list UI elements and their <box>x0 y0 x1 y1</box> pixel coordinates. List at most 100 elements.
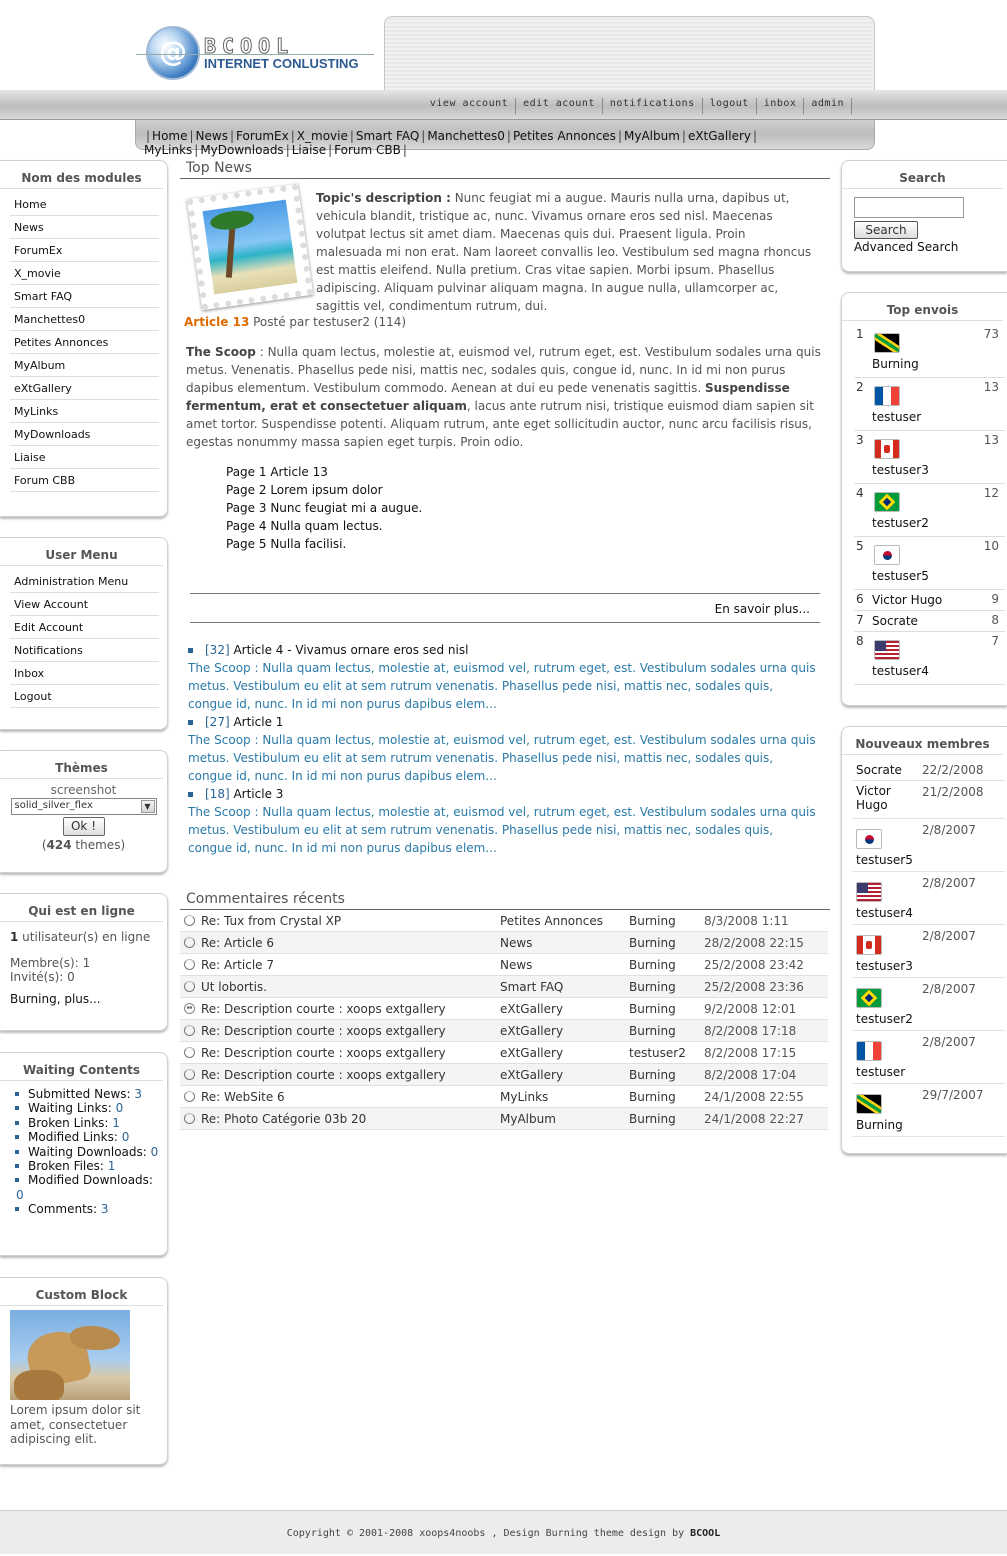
comment-title-link[interactable]: Re: Description courte : xoops extgaller… <box>201 1068 446 1082</box>
new-member-row[interactable]: testuser 2/8/2007 <box>852 1031 1005 1084</box>
article-page-link[interactable]: Page 3 Nunc feugiat mi a augue. <box>226 499 830 517</box>
comment-title-link[interactable]: Re: Article 7 <box>201 958 274 972</box>
waiting-item[interactable]: Modified Downloads: 0 <box>15 1173 161 1202</box>
inbox-link[interactable]: inbox <box>757 98 805 114</box>
top-poster-row[interactable]: 6 Victor Hugo 9 <box>854 590 1005 611</box>
module-link-mydownloads[interactable]: MyDownloads <box>10 423 159 446</box>
main-nav-forum-cbb[interactable]: Forum CBB <box>334 143 401 157</box>
waiting-item[interactable]: Submitted News: 3 <box>15 1087 161 1101</box>
main-nav-news[interactable]: News <box>196 129 228 143</box>
comment-title-link[interactable]: Re: Tux from Crystal XP <box>201 914 341 928</box>
waiting-item[interactable]: Modified Links: 0 <box>15 1130 161 1144</box>
top-poster-row[interactable]: 8 testuser4 7 <box>854 632 1005 685</box>
module-link-extgallery[interactable]: eXtGallery <box>10 377 159 400</box>
module-link-forumex[interactable]: ForumEx <box>10 239 159 262</box>
comment-user-link[interactable]: Burning <box>627 975 702 998</box>
new-member-row[interactable]: testuser5 2/8/2007 <box>852 819 1005 872</box>
comment-module-link[interactable]: eXtGallery <box>498 1019 627 1042</box>
module-link-manchettes[interactable]: Manchettes0 <box>10 308 159 331</box>
top-poster-row[interactable]: 1 Burning 73 <box>854 325 1005 378</box>
article-page-link[interactable]: Page 1 Article 13 <box>226 463 830 481</box>
comment-module-link[interactable]: Petites Annonces <box>498 910 627 932</box>
new-member-row[interactable]: testuser2 2/8/2007 <box>852 978 1005 1031</box>
user-menu-admin[interactable]: Administration Menu <box>10 570 159 593</box>
main-nav-smart-faq[interactable]: Smart FAQ <box>356 129 419 143</box>
search-input[interactable] <box>854 197 964 218</box>
article-page-link[interactable]: Page 4 Nulla quam lectus. <box>226 517 830 535</box>
comment-module-link[interactable]: News <box>498 931 627 954</box>
top-poster-row[interactable]: 3 testuser3 13 <box>854 431 1005 484</box>
waiting-item[interactable]: Broken Files: 1 <box>15 1159 161 1173</box>
comment-module-link[interactable]: MyLinks <box>498 1085 627 1108</box>
comment-module-link[interactable]: eXtGallery <box>498 997 627 1020</box>
view-account-link[interactable]: view account <box>423 98 517 114</box>
logout-link[interactable]: logout <box>703 98 757 114</box>
comment-user-link[interactable]: Burning <box>627 1107 702 1130</box>
main-nav-mylinks[interactable]: MyLinks <box>144 143 192 157</box>
top-poster-row[interactable]: 5 testuser5 10 <box>854 537 1005 590</box>
comment-user-link[interactable]: Burning <box>627 1019 702 1042</box>
module-link-news[interactable]: News <box>10 216 159 239</box>
module-link-forum-cbb[interactable]: Forum CBB <box>10 469 159 492</box>
footer-brand-link[interactable]: BCOOL <box>690 1528 720 1539</box>
new-member-row[interactable]: Victor Hugo 21/2/2008 <box>852 781 1005 819</box>
user-menu-logout[interactable]: Logout <box>10 685 159 708</box>
main-nav-x-movie[interactable]: X_movie <box>297 129 348 143</box>
comment-title-link[interactable]: Re: Photo Catégorie 03b 20 <box>201 1112 366 1126</box>
new-member-row[interactable]: testuser4 2/8/2007 <box>852 872 1005 925</box>
theme-ok-button[interactable]: Ok ! <box>62 817 105 836</box>
comment-module-link[interactable]: eXtGallery <box>498 1041 627 1064</box>
comment-title-link[interactable]: Ut lobortis. <box>201 980 267 994</box>
main-nav-forumex[interactable]: ForumEx <box>236 129 289 143</box>
main-nav-extgallery[interactable]: eXtGallery <box>688 129 751 143</box>
comment-title-link[interactable]: Re: Description courte : xoops extgaller… <box>201 1002 446 1016</box>
new-member-row[interactable]: testuser3 2/8/2007 <box>852 925 1005 978</box>
news-list-heading[interactable]: [18] Article 3 <box>188 785 820 803</box>
article-page-link[interactable]: Page 5 Nulla facilisi. <box>226 535 830 553</box>
user-menu-inbox[interactable]: Inbox <box>10 662 159 685</box>
waiting-item[interactable]: Comments: 3 <box>15 1202 161 1216</box>
comment-user-link[interactable]: Burning <box>627 910 702 932</box>
comment-title-link[interactable]: Re: WebSite 6 <box>201 1090 285 1104</box>
article-page-link[interactable]: Page 2 Lorem ipsum dolor <box>226 481 830 499</box>
module-link-smart-faq[interactable]: Smart FAQ <box>10 285 159 308</box>
advanced-search-link[interactable]: Advanced Search <box>854 240 997 254</box>
main-nav-petites-annonces[interactable]: Petites Annonces <box>513 129 616 143</box>
top-poster-row[interactable]: 7 Socrate 8 <box>854 611 1005 632</box>
user-menu-edit-account[interactable]: Edit Account <box>10 616 159 639</box>
comment-module-link[interactable]: News <box>498 953 627 976</box>
comment-title-link[interactable]: Re: Description courte : xoops extgaller… <box>201 1046 446 1060</box>
module-link-x-movie[interactable]: X_movie <box>10 262 159 285</box>
waiting-item[interactable]: Broken Links: 1 <box>15 1116 161 1130</box>
comment-module-link[interactable]: eXtGallery <box>498 1063 627 1086</box>
read-more-link[interactable]: En savoir plus... <box>715 602 810 616</box>
waiting-item[interactable]: Waiting Links: 0 <box>15 1101 161 1115</box>
module-link-mylinks[interactable]: MyLinks <box>10 400 159 423</box>
main-nav-home[interactable]: Home <box>152 129 187 143</box>
main-nav-mydownloads[interactable]: MyDownloads <box>200 143 283 157</box>
site-logo[interactable]: @ BCOOL INTERNET CONLUSTING <box>136 22 380 84</box>
comment-user-link[interactable]: Burning <box>627 1063 702 1086</box>
online-user-list[interactable]: Burning, plus... <box>0 984 167 1014</box>
user-menu-view-account[interactable]: View Account <box>10 593 159 616</box>
new-member-row[interactable]: Socrate 22/2/2008 <box>852 759 1005 781</box>
admin-link[interactable]: admin <box>804 98 852 114</box>
comment-title-link[interactable]: Re: Description courte : xoops extgaller… <box>201 1024 446 1038</box>
comment-module-link[interactable]: Smart FAQ <box>498 975 627 998</box>
news-list-heading[interactable]: [32] Article 4 - Vivamus ornare eros sed… <box>188 641 820 659</box>
waiting-item[interactable]: Waiting Downloads: 0 <box>15 1145 161 1159</box>
theme-select[interactable]: solid_silver_flex ▼ <box>10 798 157 815</box>
comment-user-link[interactable]: Burning <box>627 997 702 1020</box>
comment-user-link[interactable]: testuser2 <box>627 1041 702 1064</box>
module-link-petites-annonces[interactable]: Petites Annonces <box>10 331 159 354</box>
search-button[interactable]: Search <box>854 221 918 239</box>
user-menu-notifications[interactable]: Notifications <box>10 639 159 662</box>
top-poster-row[interactable]: 2 testuser 13 <box>854 378 1005 431</box>
theme-screenshot-link[interactable]: screenshot <box>0 783 167 797</box>
comment-user-link[interactable]: Burning <box>627 1085 702 1108</box>
top-poster-row[interactable]: 4 testuser2 12 <box>854 484 1005 537</box>
notifications-link[interactable]: notifications <box>603 98 703 114</box>
news-list-heading[interactable]: [27] Article 1 <box>188 713 820 731</box>
main-nav-manchettes[interactable]: Manchettes0 <box>427 129 505 143</box>
module-link-liaise[interactable]: Liaise <box>10 446 159 469</box>
